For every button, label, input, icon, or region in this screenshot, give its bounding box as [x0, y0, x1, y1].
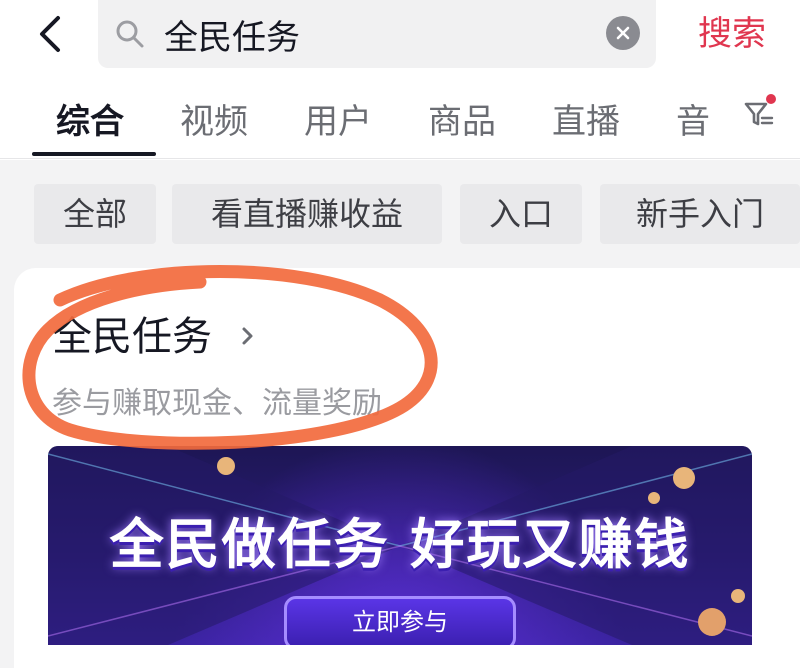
search-input[interactable]: [164, 8, 594, 60]
chip-live-earnings[interactable]: 看直播赚收益: [172, 184, 442, 244]
chip-entry[interactable]: 入口: [460, 184, 582, 244]
header-divider: [0, 158, 800, 159]
filter-icon[interactable]: [740, 92, 780, 136]
chip-all[interactable]: 全部: [34, 184, 156, 244]
result-tabs: 综合 视频 用户 商品 直播 音: [0, 88, 800, 158]
filter-chips: 全部 看直播赚收益 入口 新手入门: [0, 184, 800, 246]
search-button[interactable]: 搜索: [682, 8, 782, 60]
chevron-left-icon: [40, 16, 60, 52]
card-title[interactable]: 全民任务: [52, 304, 212, 362]
tab-music[interactable]: 音: [676, 94, 710, 143]
active-tab-indicator: [32, 152, 156, 156]
search-icon: [116, 20, 144, 48]
chevron-right-icon[interactable]: [238, 322, 258, 350]
coin-icon: [217, 457, 235, 475]
search-bar[interactable]: [98, 0, 656, 68]
tab-comprehensive[interactable]: 综合: [56, 94, 124, 143]
search-header: 搜索 综合 视频 用户 商品 直播 音: [0, 0, 800, 160]
tab-live[interactable]: 直播: [552, 94, 620, 143]
banner-headline: 全民做任务 好玩又赚钱: [109, 513, 691, 576]
promo-banner[interactable]: 全民做任务 好玩又赚钱 立即参与: [48, 446, 752, 645]
back-button[interactable]: [28, 10, 72, 58]
coin-icon: [673, 467, 695, 489]
coin-icon: [698, 608, 726, 636]
tab-music-clip: 音: [676, 94, 716, 144]
clear-circle-icon[interactable]: [606, 16, 640, 50]
tab-videos[interactable]: 视频: [180, 94, 248, 143]
close-icon: [616, 26, 630, 40]
join-now-button[interactable]: 立即参与: [284, 596, 516, 645]
coin-icon: [731, 589, 745, 603]
card-subtitle: 参与赚取现金、流量奖励: [52, 386, 382, 421]
tab-users[interactable]: 用户: [304, 94, 372, 143]
chip-beginner[interactable]: 新手入门: [600, 184, 800, 244]
tab-products[interactable]: 商品: [428, 94, 496, 143]
notification-dot: [766, 94, 776, 104]
